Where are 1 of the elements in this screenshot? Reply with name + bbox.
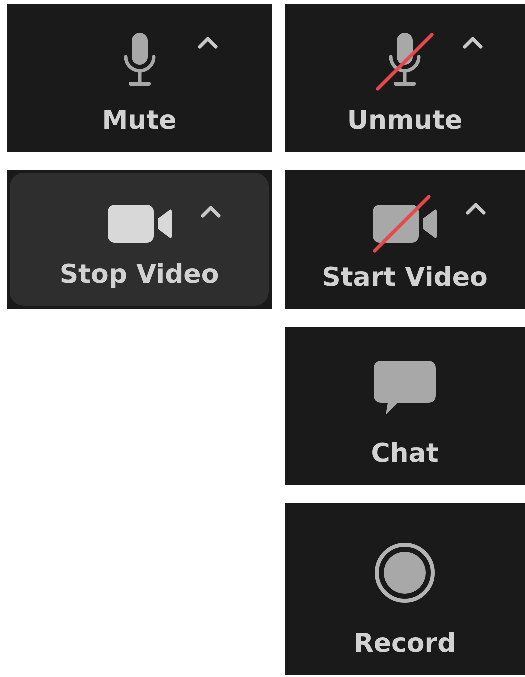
toolbar-button[interactable]: Stop Video (10, 173, 269, 306)
